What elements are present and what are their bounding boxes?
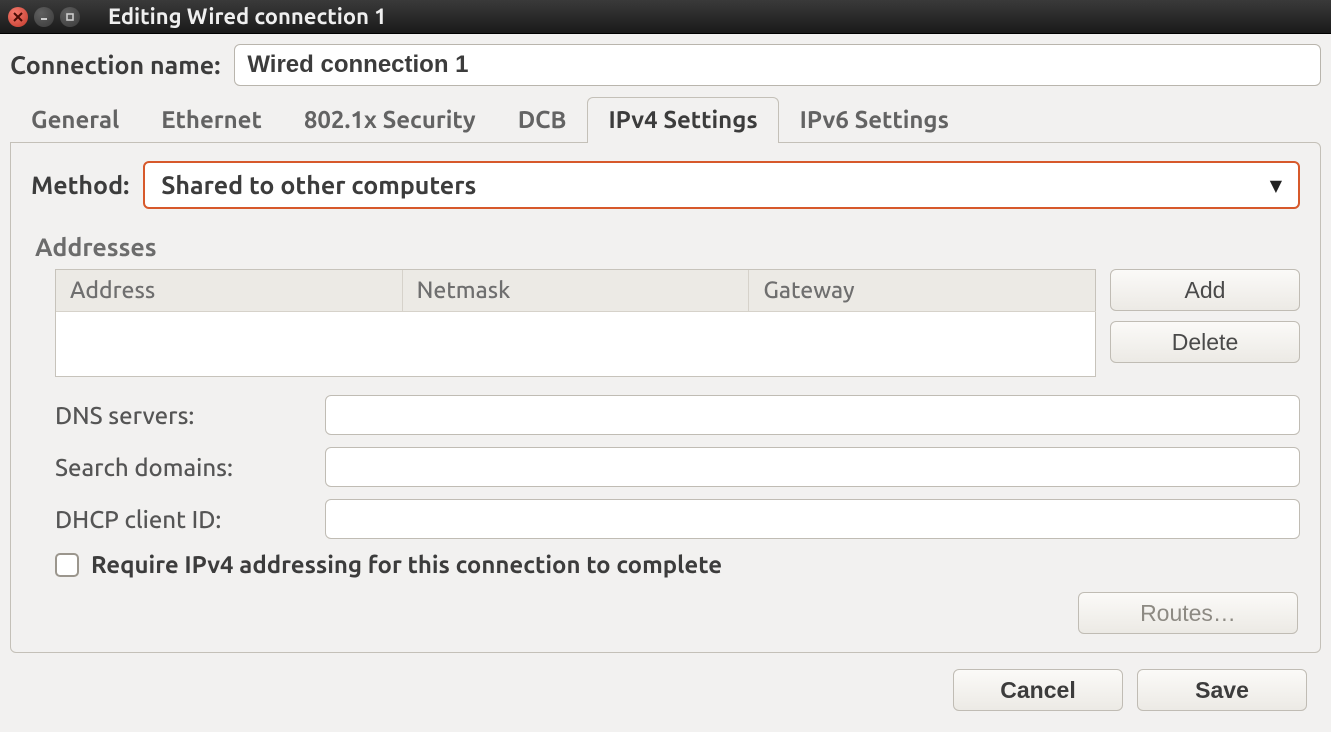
require-ipv4-label: Require IPv4 addressing for this connect… [91,551,722,578]
tab-ipv6-settings[interactable]: IPv6 Settings [779,97,970,143]
addresses-table[interactable]: Address Netmask Gateway [55,269,1096,377]
tab-dcb[interactable]: DCB [497,97,588,143]
dns-servers-input[interactable] [325,395,1300,435]
col-address[interactable]: Address [56,270,403,311]
tab-ipv4-settings[interactable]: IPv4 Settings [587,97,778,143]
routes-button[interactable]: Routes… [1078,592,1298,634]
maximize-icon[interactable] [60,7,80,27]
search-domains-input[interactable] [325,447,1300,487]
connection-name-label: Connection name: [10,51,220,79]
search-domains-label: Search domains: [55,454,311,481]
cancel-button[interactable]: Cancel [953,669,1123,711]
dialog-footer: Cancel Save [10,653,1321,725]
dns-servers-label: DNS servers: [55,402,311,429]
tab-ethernet[interactable]: Ethernet [140,97,283,143]
minimize-icon[interactable] [34,7,54,27]
close-icon[interactable] [8,7,28,27]
chevron-down-icon: ▼ [1270,176,1282,195]
method-label: Method: [31,171,129,199]
save-button[interactable]: Save [1137,669,1307,711]
col-gateway[interactable]: Gateway [749,270,1096,311]
require-ipv4-checkbox[interactable] [55,553,79,577]
window-title: Editing Wired connection 1 [108,4,387,29]
tab-bar: General Ethernet 802.1x Security DCB IPv… [10,96,1321,142]
titlebar: Editing Wired connection 1 [0,0,1331,34]
window-controls [8,7,80,27]
tabpanel-ipv4: Method: Shared to other computers ▼ Addr… [10,142,1321,653]
col-netmask[interactable]: Netmask [403,270,750,311]
delete-button[interactable]: Delete [1110,321,1300,363]
add-button[interactable]: Add [1110,269,1300,311]
addresses-heading: Addresses [35,233,1300,261]
addresses-body[interactable] [56,312,1096,376]
connection-name-input[interactable] [234,44,1321,86]
dhcp-client-id-input[interactable] [325,499,1300,539]
method-select[interactable]: Shared to other computers ▼ [143,161,1300,209]
tab-general[interactable]: General [10,97,140,143]
method-select-value: Shared to other computers [161,171,476,199]
addresses-header-row: Address Netmask Gateway [56,270,1096,312]
tab-8021x-security[interactable]: 802.1x Security [283,97,497,143]
dhcp-client-id-label: DHCP client ID: [55,506,311,533]
